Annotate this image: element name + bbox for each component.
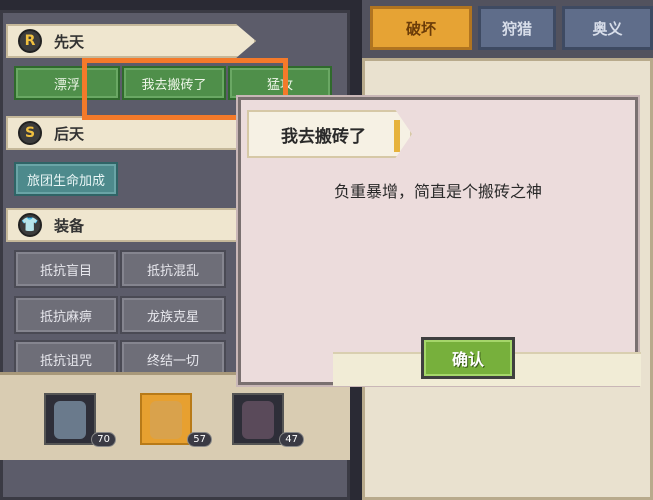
- tab-hunt[interactable]: 狩猎: [478, 6, 556, 50]
- equipment-section-header: 👕 装备: [6, 208, 256, 242]
- character-face: [150, 401, 182, 439]
- acquired-section-header: S 后天: [6, 116, 256, 150]
- character-portrait-selected[interactable]: 57: [140, 393, 212, 447]
- character-portrait[interactable]: 70: [44, 393, 116, 447]
- skill-button-guild-hp[interactable]: 旅团生命加成: [14, 162, 118, 196]
- tab-destroy[interactable]: 破坏: [370, 6, 472, 50]
- character-face: [54, 401, 86, 439]
- acquired-icon: S: [18, 121, 42, 145]
- section-title-innate: 先天: [54, 32, 85, 51]
- character-level: 47: [279, 432, 304, 447]
- dialog-title-banner: 我去搬砖了: [247, 110, 412, 158]
- character-face: [242, 401, 274, 439]
- armor-icon: 👕: [18, 213, 42, 237]
- dialog-message: 负重暴增，简直是个搬砖之神: [333, 182, 542, 201]
- dialog-title: 我去搬砖了: [281, 126, 366, 147]
- section-title-acquired: 后天: [54, 124, 85, 143]
- character-portrait[interactable]: 47: [232, 393, 304, 447]
- character-level: 57: [187, 432, 212, 447]
- equip-button-resist-confusion[interactable]: 抵抗混乱: [120, 250, 226, 288]
- equip-button-resist-blind[interactable]: 抵抗盲目: [14, 250, 118, 288]
- character-bar: 70 57 47: [0, 372, 350, 460]
- equip-button-dragon-slayer[interactable]: 龙族克星: [120, 296, 226, 334]
- confirm-button[interactable]: 确认: [421, 337, 515, 379]
- equip-button-resist-paralysis[interactable]: 抵抗麻痹: [14, 296, 118, 334]
- tab-ultimate[interactable]: 奥义: [562, 6, 653, 50]
- skill-dialog: 我去搬砖了 负重暴增，简直是个搬砖之神 确认: [238, 97, 641, 386]
- character-level: 70: [91, 432, 116, 447]
- innate-icon: R: [18, 29, 42, 53]
- section-title-equipment: 装备: [54, 216, 85, 235]
- innate-section-header: R 先天: [6, 24, 256, 58]
